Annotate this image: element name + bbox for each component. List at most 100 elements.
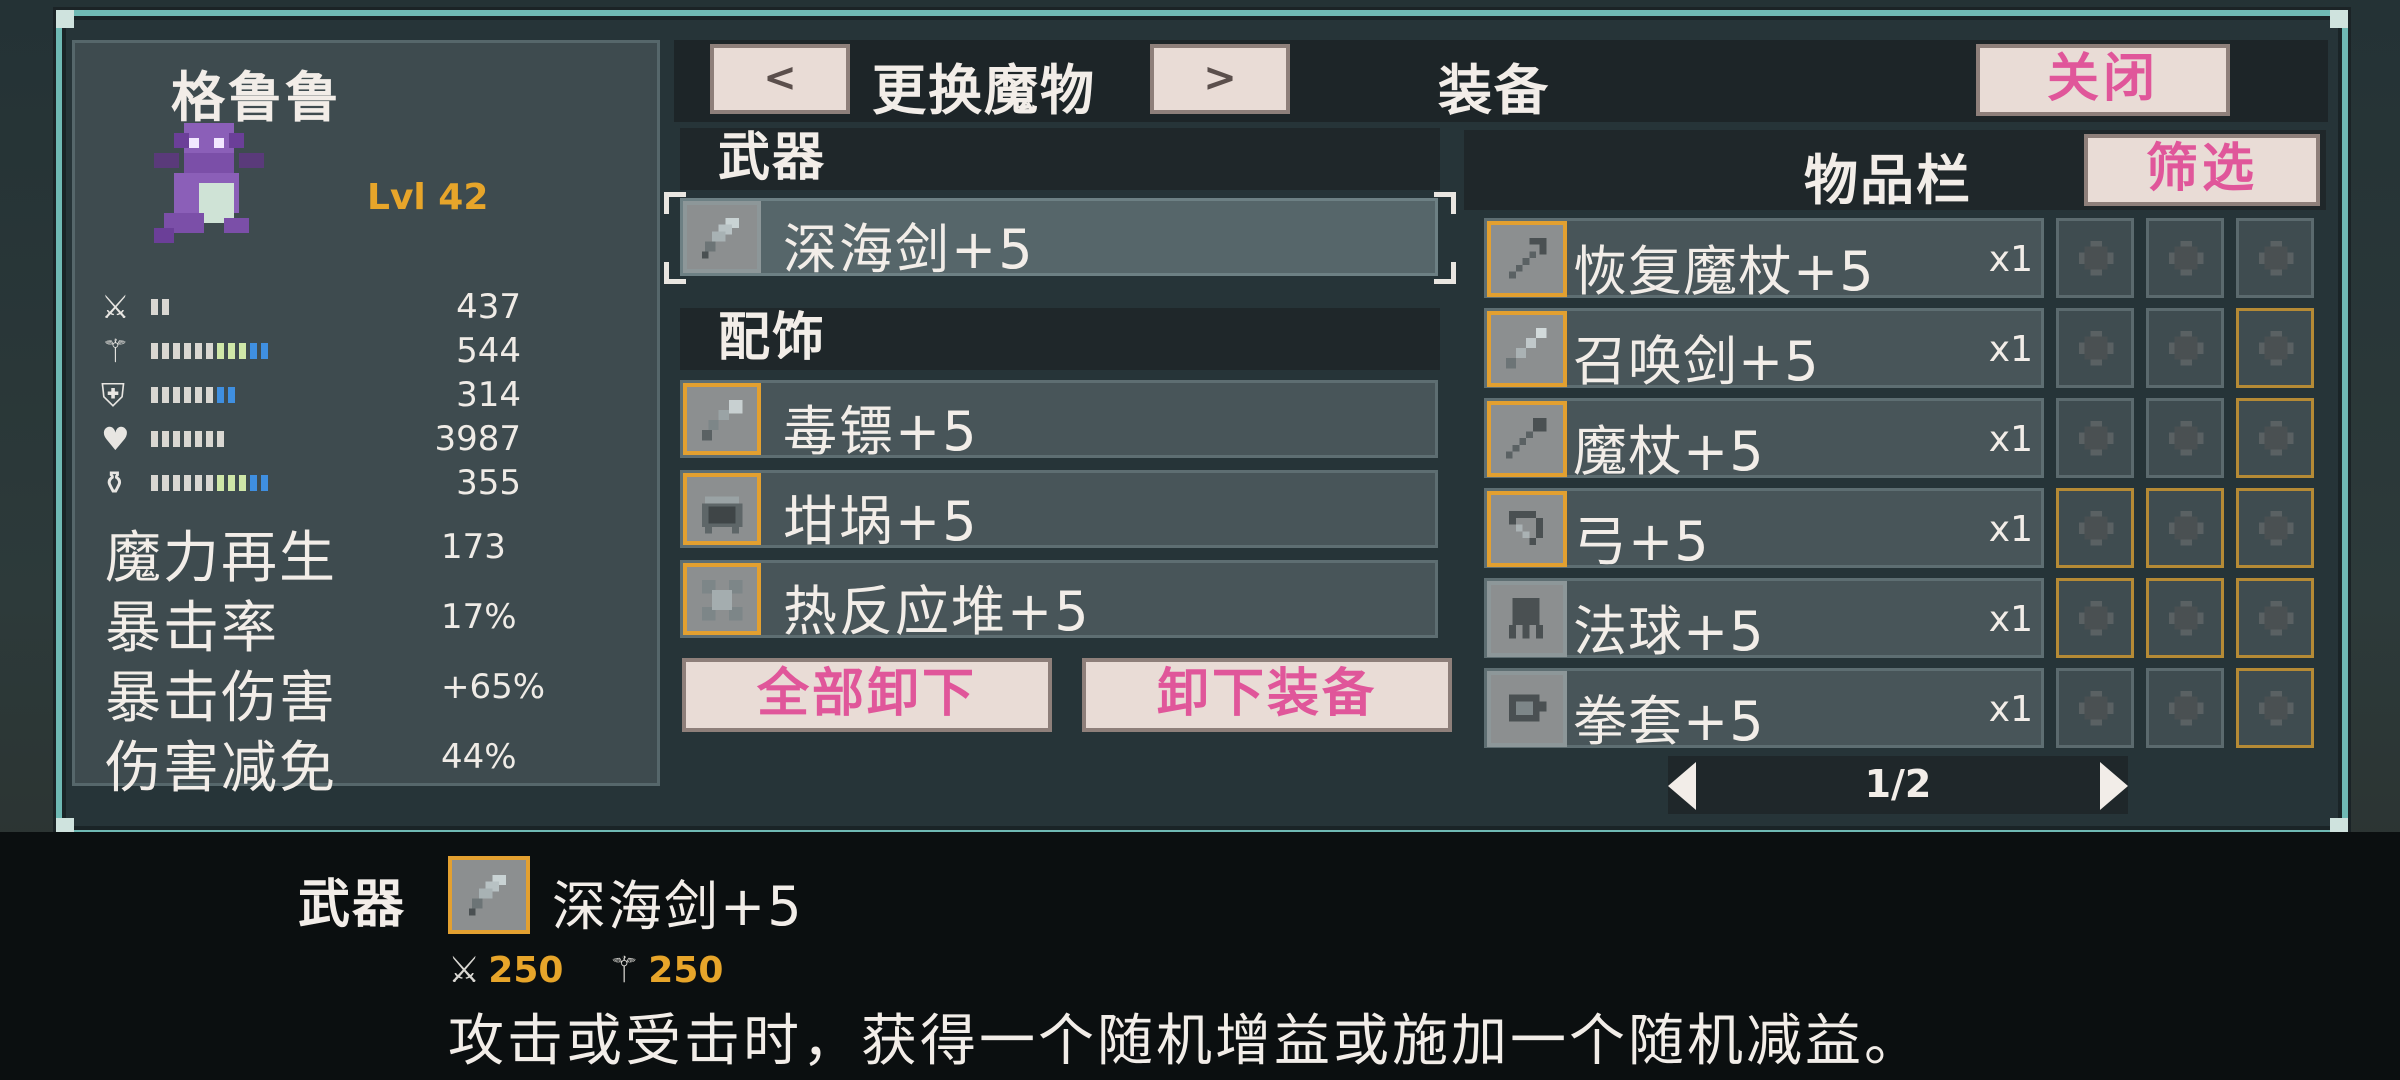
stat-pip	[261, 475, 268, 491]
derived-stat-label: 魔力再生	[105, 526, 337, 591]
inventory-grid-slot[interactable]	[2056, 668, 2134, 748]
stat-pip	[206, 387, 213, 403]
tooltip-attack-value: 250	[488, 950, 564, 991]
next-monster-button[interactable]: >	[1150, 44, 1290, 114]
inventory-item-label: 召唤剑+5	[1573, 330, 1820, 393]
inventory-grid-slot[interactable]	[2056, 578, 2134, 658]
prev-monster-button[interactable]: <	[710, 44, 850, 114]
derived-stat-row: 伤害减免 44%	[105, 723, 605, 801]
monster-level: Lvl 42	[367, 177, 489, 218]
stat-pip	[184, 475, 191, 491]
inventory-grid-slot[interactable]	[2146, 668, 2224, 748]
blade-icon	[683, 201, 761, 273]
window-corner	[56, 10, 74, 28]
derived-stat-value: 44%	[441, 737, 517, 777]
stat-value: 355	[456, 463, 521, 503]
stat-pip	[239, 475, 246, 491]
cauldron-icon	[683, 473, 761, 545]
stat-pip	[217, 475, 224, 491]
healing-staff-icon	[1487, 221, 1567, 297]
inventory-item-qty: x1	[1988, 689, 2033, 730]
inventory-grid-slot[interactable]	[2236, 398, 2314, 478]
stat-value: 437	[456, 287, 521, 327]
item-tooltip: 武器 深海剑+5 ⚔ 250 ⚚ 250 攻击或受击时，获得一个随机增益或施加一个随…	[0, 832, 2400, 1080]
inventory-grid-slot[interactable]	[2146, 398, 2224, 478]
inventory-item[interactable]: 拳套+5 x1	[1484, 668, 2044, 753]
inventory-item-qty: x1	[1988, 239, 2033, 280]
filter-button[interactable]: 筛选	[2084, 134, 2320, 206]
inventory-grid-slot[interactable]	[2146, 308, 2224, 388]
stat-row: ⚱ 355	[101, 463, 521, 503]
stat-pip	[162, 387, 169, 403]
stat-value: 3987	[434, 419, 521, 459]
unequip-all-button[interactable]: 全部卸下	[682, 658, 1052, 732]
unequip-button[interactable]: 卸下装备	[1082, 658, 1452, 732]
inventory-item-qty: x1	[1988, 419, 2033, 460]
stat-pip	[151, 299, 158, 315]
inventory-grid-slot[interactable]	[2146, 488, 2224, 568]
tooltip-attack-stat: ⚔ 250	[448, 950, 563, 991]
derived-stat-value: 173	[441, 527, 506, 567]
tooltip-magic-stat: ⚚ 250	[608, 950, 723, 991]
inventory-item[interactable]: 法球+5 x1	[1484, 578, 2044, 663]
stat-bar	[151, 431, 224, 447]
inventory-item-label: 魔杖+5	[1573, 420, 1765, 483]
dart-icon	[683, 383, 761, 455]
stat-pip	[250, 475, 257, 491]
accessory-slot[interactable]: 热反应堆+5	[680, 560, 1438, 643]
inventory-grid-slot[interactable]	[2236, 218, 2314, 298]
stat-pip	[162, 343, 169, 359]
inventory-item-label: 法球+5	[1573, 600, 1765, 663]
inventory-item[interactable]: 魔杖+5 x1	[1484, 398, 2044, 483]
accessory-slot[interactable]: 毒镖+5	[680, 380, 1438, 463]
close-button[interactable]: 关闭	[1976, 44, 2230, 116]
weapon-slot[interactable]: 深海剑+5	[680, 198, 1438, 281]
derived-stat-label: 暴击伤害	[105, 666, 337, 731]
sword-icon: ⚔	[448, 950, 481, 991]
inventory-grid-slot[interactable]	[2056, 218, 2134, 298]
inventory-item[interactable]: 召唤剑+5 x1	[1484, 308, 2044, 393]
derived-stat-row: 暴击率 17%	[105, 583, 605, 661]
inventory-grid-slot[interactable]	[2236, 488, 2314, 568]
shield-icon: ⛨	[101, 376, 126, 414]
monster-sprite	[154, 123, 264, 243]
tooltip-description: 攻击或受击时，获得一个随机增益或施加一个随机减益。	[448, 1009, 1923, 1074]
stat-row: ⚚ 544	[101, 331, 521, 371]
accessory-slot[interactable]: 坩埚+5	[680, 470, 1438, 553]
stat-row: ⚔ 437	[101, 287, 521, 327]
stat-pip	[173, 475, 180, 491]
tooltip-category: 武器	[298, 875, 407, 935]
inventory-title: 物品栏	[1804, 149, 1972, 212]
stat-pip	[151, 431, 158, 447]
tooltip-magic-value: 250	[648, 950, 724, 991]
next-page-arrow-icon[interactable]	[2100, 762, 2128, 810]
inventory-grid-slot[interactable]	[2056, 488, 2134, 568]
stat-pip	[195, 475, 202, 491]
derived-stat-value: 17%	[441, 597, 517, 637]
stat-pip	[184, 387, 191, 403]
inventory-item[interactable]: 恢复魔杖+5 x1	[1484, 218, 2044, 303]
inventory-grid-slot[interactable]	[2236, 578, 2314, 658]
summon-sword-icon	[1487, 311, 1567, 387]
stat-pip	[217, 431, 224, 447]
inventory-item-label: 拳套+5	[1573, 690, 1765, 753]
monster-stats-panel: 格鲁鲁 Lvl 42 ⚔ 437 ⚚ 544 ⛨ 314 ♥ 3987 ⚱ 355 魔力再生 173…	[72, 40, 660, 801]
wand-icon: ⚚	[101, 332, 130, 370]
selection-bracket	[1434, 192, 1456, 214]
inventory-grid-slot[interactable]	[2236, 668, 2314, 748]
inventory-item[interactable]: 弓+5 x1	[1484, 488, 2044, 573]
inventory-grid-slot[interactable]	[2236, 308, 2314, 388]
window-corner	[2330, 10, 2348, 28]
inventory-grid-slot[interactable]	[2056, 308, 2134, 388]
selection-bracket	[664, 192, 686, 214]
inventory-grid-slot[interactable]	[2146, 218, 2224, 298]
inventory-grid-slot[interactable]	[2056, 398, 2134, 478]
stat-pip	[206, 343, 213, 359]
orb-icon	[1487, 581, 1567, 657]
selection-bracket	[664, 262, 686, 284]
stat-pip	[151, 343, 158, 359]
inventory-grid-slot[interactable]	[2146, 578, 2224, 658]
inventory-item-qty: x1	[1988, 329, 2033, 370]
stat-row: ⛨ 314	[101, 375, 521, 415]
stat-bar	[151, 299, 169, 315]
